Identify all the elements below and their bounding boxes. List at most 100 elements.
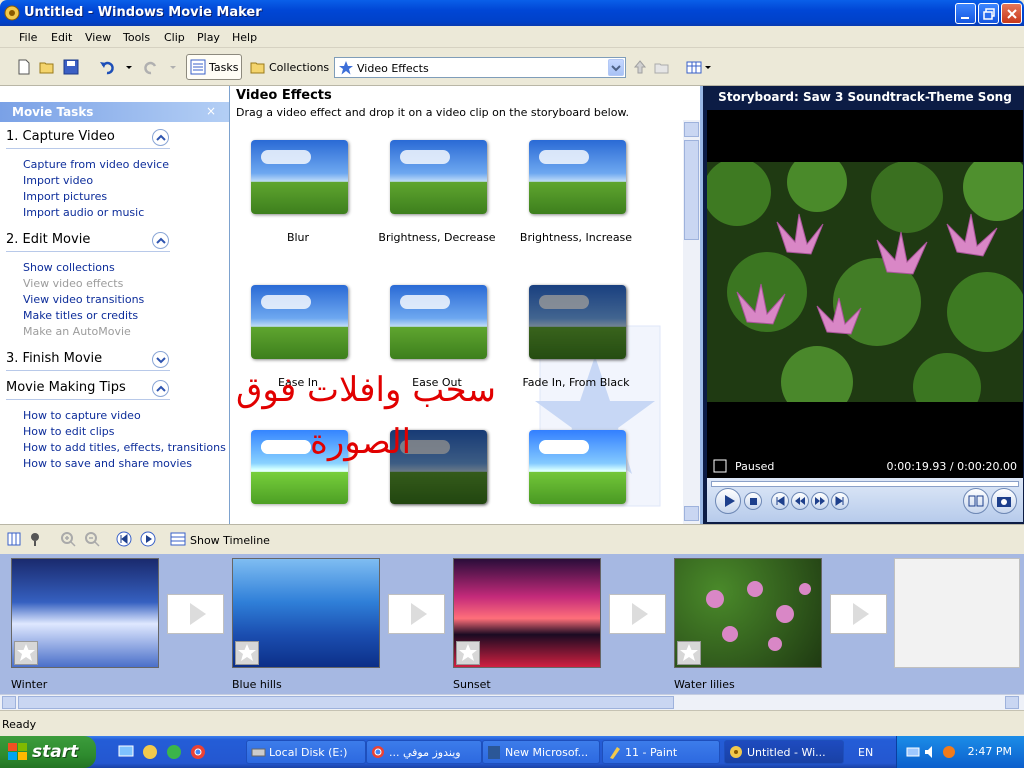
tasks-button[interactable]: Tasks [186,54,242,80]
clip-blue-hills[interactable] [232,558,380,668]
section-edit-movie[interactable]: 2. Edit Movie [6,232,90,247]
empty-clip-slot[interactable] [894,558,1020,668]
quick-launch-chrome-icon[interactable] [190,744,206,760]
rewind-button[interactable] [791,492,809,510]
zoom-out-icon[interactable] [84,531,100,547]
volume-icon[interactable] [923,744,939,760]
section-finish-movie[interactable]: 3. Finish Movie [6,351,102,366]
effect-thumb-ease-out[interactable] [390,285,487,359]
language-indicator[interactable]: EN [858,746,873,759]
collapse-icon[interactable] [152,380,169,397]
menu-edit[interactable]: Edit [51,31,72,44]
quick-launch-media-icon[interactable] [142,744,158,760]
open-folder-icon[interactable] [39,59,55,75]
play-storyboard-icon[interactable] [140,531,156,547]
aspect-ratio-icon[interactable] [713,459,727,473]
next-frame-button[interactable] [831,492,849,510]
collections-button[interactable]: Collections [246,54,329,80]
collection-select[interactable]: Video Effects [334,57,626,78]
menu-play[interactable]: Play [197,31,220,44]
link-how-to-save[interactable]: How to save and share movies [23,457,192,470]
undo-dropdown-icon[interactable] [121,59,137,75]
section-movie-making-tips[interactable]: Movie Making Tips [6,380,126,395]
transition-slot[interactable] [167,594,224,634]
stop-button[interactable] [744,492,762,510]
menu-file[interactable]: File [19,31,37,44]
scroll-up-icon[interactable] [684,122,699,137]
split-button[interactable] [963,488,989,514]
link-import-audio[interactable]: Import audio or music [23,206,144,219]
scroll-thumb[interactable] [684,140,699,240]
effect-star-icon[interactable] [456,641,480,665]
taskbar-word-document[interactable]: New Microsof... [482,740,600,764]
play-button[interactable] [715,488,741,514]
effect-star-icon[interactable] [677,641,701,665]
effect-thumb-brightness-decrease[interactable] [390,140,487,214]
effects-scrollbar[interactable] [683,120,700,524]
storyboard-view-icon[interactable] [6,531,22,547]
snapshot-button[interactable] [991,488,1017,514]
menu-tools[interactable]: Tools [123,31,150,44]
link-how-to-capture[interactable]: How to capture video [23,409,141,422]
zoom-in-icon[interactable] [60,531,76,547]
menu-view[interactable]: View [85,31,111,44]
quick-launch-messenger-icon[interactable] [166,744,182,760]
effect-thumb-ease-in[interactable] [251,285,348,359]
effect-thumb-brightness-increase[interactable] [529,140,626,214]
menu-help[interactable]: Help [232,31,257,44]
collapse-icon[interactable] [152,129,169,146]
views-dropdown-icon[interactable] [701,59,717,75]
views-icon[interactable] [686,59,702,75]
up-folder-icon[interactable] [632,59,648,75]
narrate-icon[interactable] [28,531,44,547]
seek-bar[interactable] [711,481,1019,487]
link-show-collections[interactable]: Show collections [23,261,115,274]
effect-star-icon[interactable] [14,641,38,665]
effect-thumb-blur[interactable] [251,140,348,214]
effect-star-icon[interactable] [235,641,259,665]
section-capture-video[interactable]: 1. Capture Video [6,129,115,144]
transition-slot[interactable] [609,594,666,634]
effect-thumb-fade-in-from-black[interactable] [529,285,626,359]
save-icon[interactable] [63,59,79,75]
previous-frame-button[interactable] [771,492,789,510]
expand-icon[interactable] [152,351,169,368]
rewind-storyboard-icon[interactable] [116,531,132,547]
taskbar-chrome-window[interactable]: ... ويندوز موفي [366,740,482,764]
quick-launch-desktop-icon[interactable] [118,744,134,760]
link-make-titles[interactable]: Make titles or credits [23,309,138,322]
timeline-icon[interactable] [170,531,186,547]
fast-forward-button[interactable] [811,492,829,510]
chevron-down-icon[interactable] [608,59,624,76]
menu-clip[interactable]: Clip [164,31,185,44]
restore-button[interactable] [978,3,999,24]
taskbar-paint[interactable]: 11 - Paint [602,740,720,764]
undo-icon[interactable] [99,59,115,75]
redo-icon[interactable] [143,59,159,75]
new-project-icon[interactable] [16,59,32,75]
clip-sunset[interactable] [453,558,601,668]
effect-thumb[interactable] [529,430,626,504]
taskbar-local-disk[interactable]: Local Disk (E:) [246,740,366,764]
scroll-down-icon[interactable] [684,506,699,521]
start-button[interactable]: start [0,736,96,768]
link-capture-from-video-device[interactable]: Capture from video device [23,158,169,171]
clip-winter[interactable] [11,558,159,668]
link-how-to-add-titles[interactable]: How to add titles, effects, transitions [23,441,226,454]
taskbar-movie-maker[interactable]: Untitled - Wi... [724,740,844,764]
close-button[interactable] [1001,3,1022,24]
transition-slot[interactable] [388,594,445,634]
minimize-button[interactable] [955,3,976,24]
collapse-icon[interactable] [152,232,169,249]
new-folder-icon[interactable] [654,59,670,75]
scroll-right-icon[interactable] [1005,696,1019,709]
close-pane-icon[interactable]: × [206,104,216,118]
network-icon[interactable] [905,744,921,760]
link-import-video[interactable]: Import video [23,174,93,187]
link-import-pictures[interactable]: Import pictures [23,190,107,203]
redo-dropdown-icon[interactable] [165,59,181,75]
clip-water-lilies[interactable] [674,558,822,668]
antivirus-icon[interactable] [941,744,957,760]
storyboard-scrollbar[interactable] [0,694,1024,710]
show-timeline-button[interactable]: Show Timeline [190,534,270,547]
